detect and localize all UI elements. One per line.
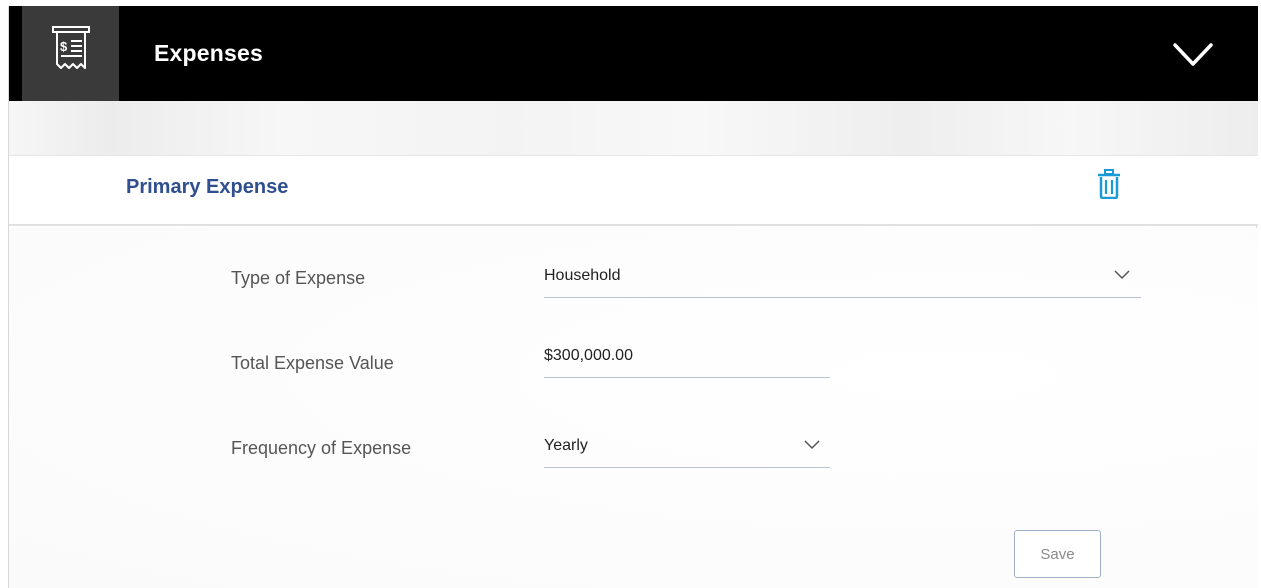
chevron-down-icon bbox=[1114, 270, 1130, 280]
expense-form: Type of Expense Household Total Expense … bbox=[9, 228, 1258, 588]
frequency-of-expense-select[interactable]: Yearly bbox=[544, 434, 830, 468]
frequency-of-expense-value: Yearly bbox=[544, 437, 588, 454]
expenses-panel: $ Expenses Primary Expense Type of Expen… bbox=[8, 6, 1258, 588]
section-title: Primary Expense bbox=[126, 176, 289, 198]
header-banner bbox=[9, 101, 1258, 156]
save-button[interactable]: Save bbox=[1014, 530, 1101, 578]
total-expense-value-label: Total Expense Value bbox=[231, 353, 394, 373]
header-title: Expenses bbox=[154, 40, 263, 66]
section-bar: Primary Expense bbox=[9, 156, 1258, 226]
type-of-expense-value: Household bbox=[544, 267, 621, 284]
chevron-down-icon[interactable] bbox=[1172, 41, 1214, 69]
trash-icon[interactable] bbox=[1097, 169, 1121, 199]
total-expense-value-text: $300,000.00 bbox=[544, 347, 633, 364]
panel-header[interactable]: $ Expenses bbox=[9, 6, 1258, 101]
svg-text:$: $ bbox=[60, 39, 68, 54]
header-icon-box: $ bbox=[22, 6, 119, 101]
type-of-expense-label: Type of Expense bbox=[231, 268, 366, 288]
total-expense-value-input[interactable]: $300,000.00 bbox=[544, 344, 830, 378]
type-of-expense-select[interactable]: Household bbox=[544, 264, 1141, 298]
frequency-of-expense-label: Frequency of Expense bbox=[231, 438, 412, 458]
receipt-dollar-icon: $ bbox=[51, 25, 90, 69]
chevron-down-icon bbox=[804, 440, 820, 450]
